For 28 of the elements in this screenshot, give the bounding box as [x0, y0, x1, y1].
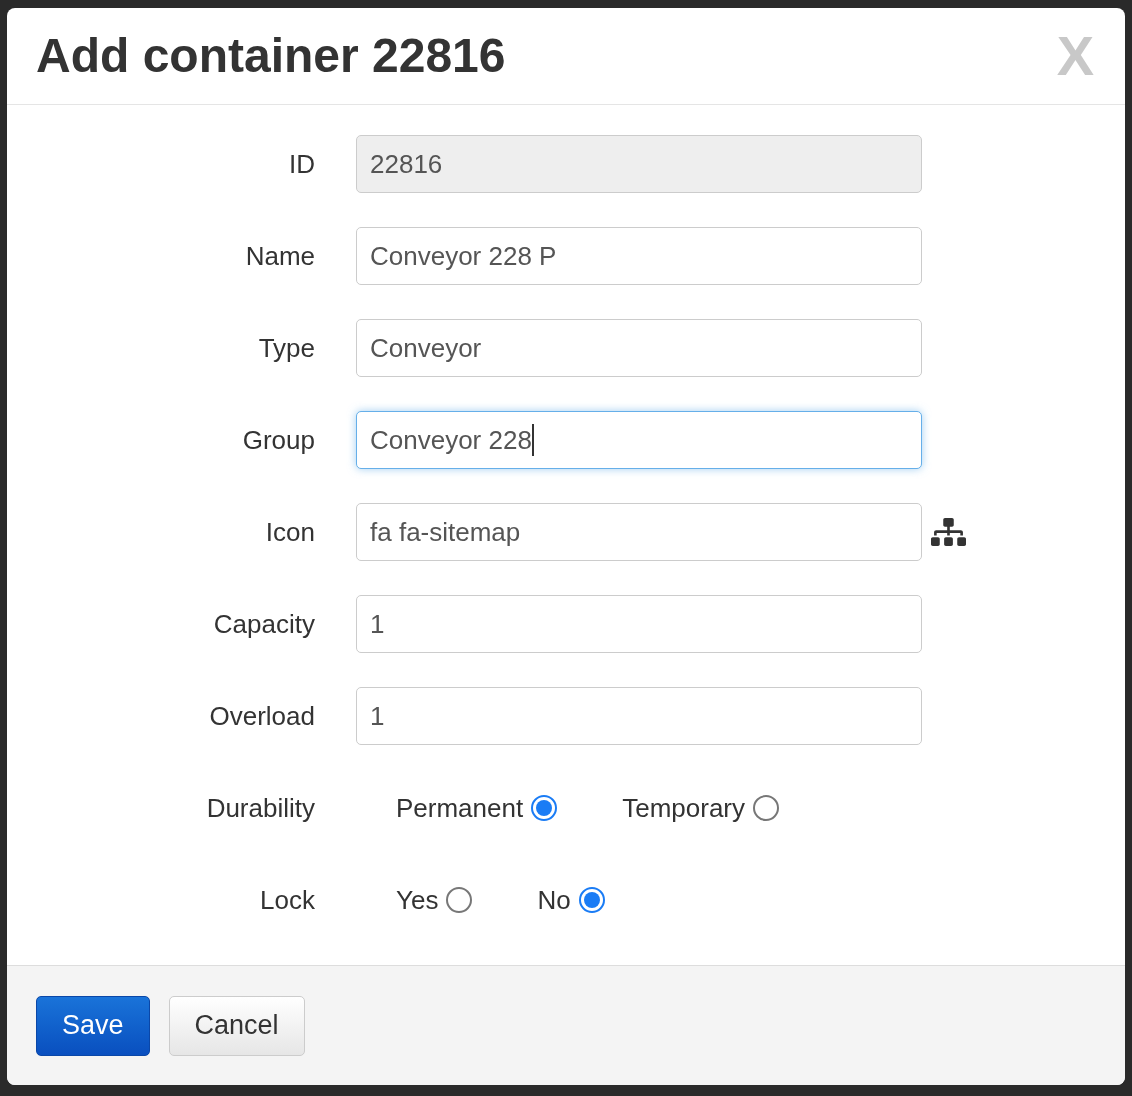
input-field[interactable]: 1	[356, 595, 922, 653]
field-label: Capacity	[212, 607, 316, 641]
dialog-title: Add container 22816	[36, 28, 506, 84]
input-field[interactable]: Conveyor 228	[356, 411, 922, 469]
input-field[interactable]: Conveyor	[356, 319, 922, 377]
input-field[interactable]: 1	[356, 687, 922, 745]
field-label: Lock	[259, 883, 316, 917]
field-label: ID	[288, 147, 316, 181]
field-label: Type	[257, 331, 316, 365]
radio-label: No	[537, 883, 571, 917]
cancel-button[interactable]: Cancel	[168, 995, 305, 1056]
radio-button[interactable]	[578, 887, 605, 913]
input-field[interactable]: Conveyor 228 P	[356, 227, 922, 285]
field-label: Icon	[264, 515, 316, 549]
sitemap-icon	[931, 517, 966, 547]
input-field[interactable]: fa fa-sitemap	[356, 503, 922, 561]
field-label: Group	[241, 423, 316, 457]
field-label: Durability	[205, 791, 316, 825]
radio-button[interactable]	[446, 887, 473, 913]
field-label: Overload	[208, 699, 316, 733]
radio-label: Permanent	[396, 791, 524, 825]
radio-button[interactable]	[531, 795, 558, 821]
save-button[interactable]: Save	[36, 995, 150, 1056]
field-label: Name	[244, 239, 316, 273]
radio-label: Temporary	[622, 791, 745, 825]
radio-button[interactable]	[753, 795, 779, 821]
text-caret	[531, 424, 534, 456]
radio-label: Yes	[396, 883, 439, 917]
